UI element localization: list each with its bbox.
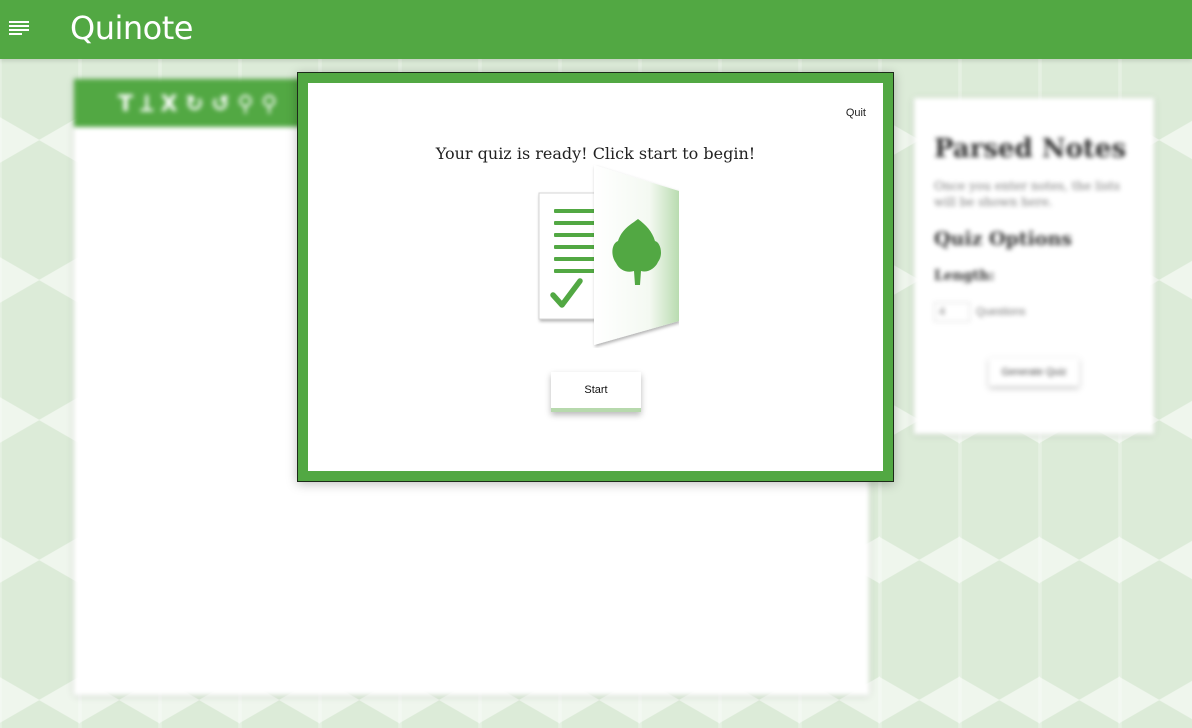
length-label: Length: (934, 268, 995, 284)
quiz-document-icon (538, 165, 679, 345)
generate-quiz-button[interactable]: Generate Quiz (989, 358, 1079, 386)
menu-icon[interactable] (9, 21, 29, 35)
quit-link[interactable]: Quit (846, 107, 866, 119)
length-input[interactable]: 4 (934, 302, 970, 322)
editor-toolbar-icons: T Ʇ X ↻ ↺ ⚲ ⚲ (118, 92, 278, 117)
parsed-notes-title: Parsed Notes (934, 134, 1127, 164)
parsed-notes-hint: Once you enter notes, the lists will be … (934, 179, 1120, 209)
dialog-content: Quit Your quiz is ready! Click start to … (308, 83, 883, 471)
dialog-title: Your quiz is ready! Click start to begin… (435, 144, 756, 163)
length-row: 4 Questions (934, 302, 1134, 322)
quiz-options-title: Quiz Options (934, 228, 1073, 250)
questions-label: Questions (976, 306, 1026, 318)
parsed-notes-panel: Parsed Notes Once you enter notes, the l… (914, 98, 1154, 434)
app-logo[interactable]: Quinote (70, 9, 193, 47)
quiz-ready-dialog: Quit Your quiz is ready! Click start to … (297, 72, 894, 482)
top-bar: Quinote (0, 0, 1192, 59)
start-quiz-button[interactable]: Start (551, 372, 641, 412)
